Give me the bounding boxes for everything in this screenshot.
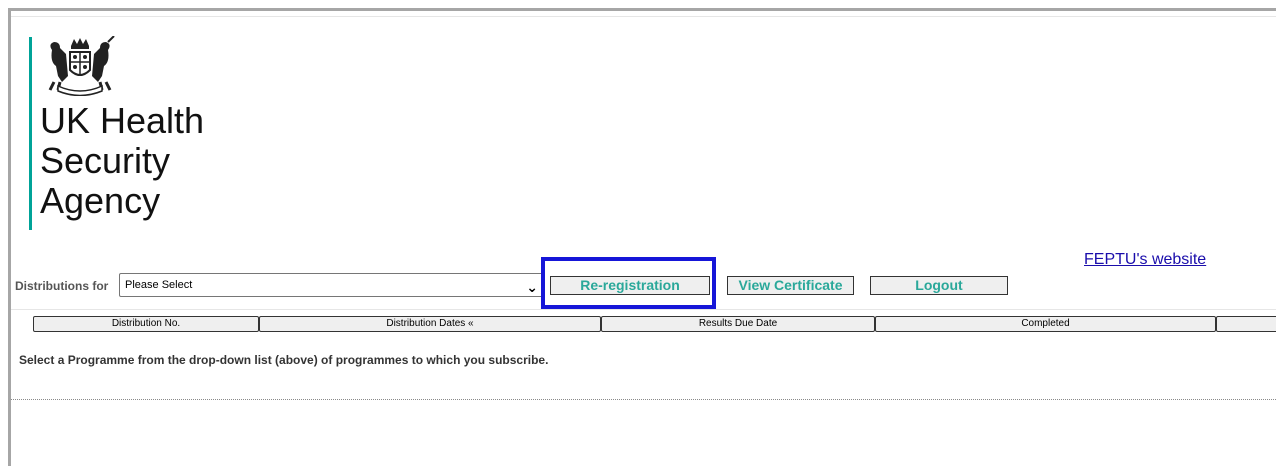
top-divider xyxy=(11,16,1276,17)
agency-name-line-3: Agency xyxy=(40,180,161,221)
column-header-extra[interactable] xyxy=(1216,316,1276,332)
table-top-divider xyxy=(11,309,1276,310)
logout-button[interactable]: Logout xyxy=(870,276,1008,295)
feptu-website-link[interactable]: FEPTU's website xyxy=(1084,251,1206,269)
programme-select[interactable]: Please Select ⌄ xyxy=(119,273,543,297)
instruction-message: Select a Programme from the drop-down li… xyxy=(19,353,549,367)
highlight-box xyxy=(541,257,716,309)
programme-select-value: Please Select xyxy=(125,279,193,291)
column-header-completed[interactable]: Completed xyxy=(875,316,1216,332)
column-header-distribution-no[interactable]: Distribution No. xyxy=(33,316,259,332)
agency-name: UK Health Security Agency xyxy=(40,101,300,221)
column-header-results-due-date[interactable]: Results Due Date xyxy=(601,316,875,332)
dotted-divider xyxy=(11,399,1276,400)
window-frame xyxy=(8,8,1276,466)
royal-coat-of-arms-icon xyxy=(48,36,115,96)
logo-accent-bar xyxy=(29,37,32,230)
chevron-down-icon: ⌄ xyxy=(526,279,538,295)
view-certificate-button[interactable]: View Certificate xyxy=(727,276,854,295)
agency-name-line-2: Security xyxy=(40,140,171,181)
agency-name-line-1: UK Health xyxy=(40,100,205,141)
column-header-distribution-dates[interactable]: Distribution Dates « xyxy=(259,316,601,332)
distributions-for-label: Distributions for xyxy=(15,279,109,293)
